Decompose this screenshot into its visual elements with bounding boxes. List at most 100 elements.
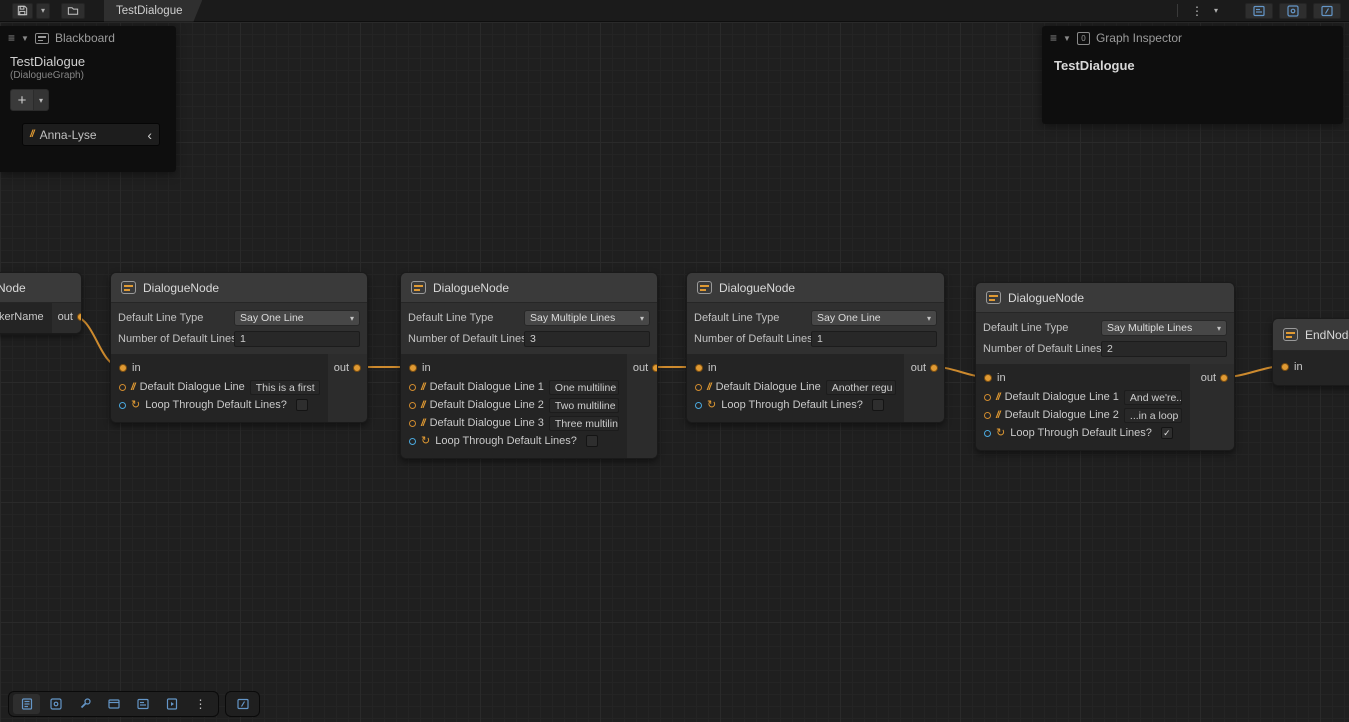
- in-port[interactable]: [695, 364, 703, 372]
- blackboard-header[interactable]: ≡ ▼ Blackboard: [0, 26, 176, 50]
- node-title-bar[interactable]: EndNode: [1273, 319, 1349, 351]
- tab-label: TestDialogue: [116, 5, 182, 17]
- loop-checkbox[interactable]: ✓: [1161, 427, 1173, 439]
- overlay-menu-icon[interactable]: ≡: [8, 31, 15, 45]
- quote-icon: //: [131, 382, 135, 393]
- count-input[interactable]: 2: [1101, 341, 1227, 357]
- port-label: out: [633, 362, 648, 374]
- line-port[interactable]: [409, 420, 416, 427]
- loop-checkbox[interactable]: [296, 399, 308, 411]
- loop-port[interactable]: [984, 430, 991, 437]
- dialogue-node-2[interactable]: DialogueNode Default Line Type Say Multi…: [400, 272, 658, 459]
- show-in-project-button[interactable]: [61, 3, 85, 19]
- out-port[interactable]: [930, 364, 938, 372]
- node-title: EndNode: [1305, 328, 1349, 342]
- field-expander-icon[interactable]: ‹: [147, 128, 152, 142]
- count-label: Number of Default Lines: [408, 333, 524, 345]
- overlay-toolbar: ⋮: [8, 691, 260, 717]
- overflow-menu-button[interactable]: ⋮: [1187, 3, 1207, 19]
- toggle-inspector-button[interactable]: [1279, 3, 1307, 19]
- overflow-dropdown-button[interactable]: ▾: [1210, 3, 1222, 19]
- in-port[interactable]: [119, 364, 127, 372]
- dialogue-line-input[interactable]: And we're...: [1124, 390, 1182, 405]
- add-property-button[interactable]: +: [10, 89, 34, 111]
- count-input[interactable]: 1: [234, 331, 360, 347]
- loop-port[interactable]: [119, 402, 126, 409]
- in-port[interactable]: [409, 364, 417, 372]
- loop-port[interactable]: [409, 438, 416, 445]
- line-port[interactable]: [984, 394, 991, 401]
- loop-checkbox[interactable]: [872, 399, 884, 411]
- quote-icon: //: [996, 392, 1000, 403]
- loop-port[interactable]: [695, 402, 702, 409]
- line-port[interactable]: [409, 402, 416, 409]
- dialogue-node-4[interactable]: DialogueNode Default Line Type Say Multi…: [975, 282, 1235, 451]
- dialogue-line-input[interactable]: One multiline: [549, 380, 619, 395]
- dropdown-arrow-icon: ▾: [350, 314, 354, 323]
- dialogue-line-input[interactable]: Another regu: [826, 380, 896, 395]
- dialogue-node-1[interactable]: DialogueNode Default Line Type Say One L…: [110, 272, 368, 423]
- out-port[interactable]: [1220, 374, 1228, 382]
- line-port[interactable]: [119, 384, 126, 391]
- dialogue-line-input[interactable]: Three multiline: [549, 416, 619, 431]
- out-port[interactable]: [353, 364, 361, 372]
- node-title-bar[interactable]: DialogueNode: [111, 273, 367, 303]
- line-type-dropdown[interactable]: Say One Line ▾: [811, 310, 937, 326]
- dialogue-line-input[interactable]: ...in a loop: [1124, 408, 1182, 423]
- save-dropdown-button[interactable]: ▾: [36, 3, 50, 19]
- in-port[interactable]: [1281, 363, 1289, 371]
- tools-overlay-button[interactable]: [71, 694, 98, 714]
- line-type-dropdown[interactable]: Say Multiple Lines ▾: [524, 310, 650, 326]
- line-port[interactable]: [409, 384, 416, 391]
- blackboard-field[interactable]: // Anna-Lyse ‹: [22, 123, 160, 146]
- inspector-overlay-button[interactable]: [42, 694, 69, 714]
- node-title-bar[interactable]: DialogueNode: [401, 273, 657, 303]
- port-label: in: [708, 362, 717, 374]
- line-type-dropdown[interactable]: Say Multiple Lines ▾: [1101, 320, 1227, 336]
- save-icon: [16, 4, 29, 17]
- overlay-menu-icon[interactable]: ≡: [1050, 31, 1057, 45]
- node-title-bar[interactable]: DialogueNode: [687, 273, 944, 303]
- line-port[interactable]: [695, 384, 702, 391]
- count-input[interactable]: 3: [524, 331, 650, 347]
- line-label: Default Dialogue Line: [140, 381, 245, 393]
- loop-checkbox[interactable]: [586, 435, 598, 447]
- panels-menu-button[interactable]: [13, 694, 40, 714]
- in-port[interactable]: [984, 374, 992, 382]
- blackboard-overlay-button[interactable]: [129, 694, 156, 714]
- save-button[interactable]: [12, 3, 33, 19]
- dropdown-arrow-icon: ▾: [640, 314, 644, 323]
- end-node[interactable]: EndNode in: [1272, 318, 1349, 386]
- overlay-kebab-button[interactable]: ⋮: [187, 694, 214, 714]
- out-port[interactable]: [77, 313, 82, 321]
- quote-icon: //: [30, 129, 34, 140]
- graph-tab[interactable]: TestDialogue: [104, 0, 202, 22]
- line-port[interactable]: [984, 412, 991, 419]
- node-title-bar[interactable]: Node: [0, 273, 81, 303]
- line-label: Default Dialogue Line 2: [1005, 409, 1119, 421]
- quote-icon: //: [421, 418, 425, 429]
- toggle-preview-button[interactable]: [1313, 3, 1341, 19]
- node-title-bar[interactable]: DialogueNode: [976, 283, 1234, 313]
- window-overlay-button[interactable]: [100, 694, 127, 714]
- collapse-icon[interactable]: ▼: [1063, 34, 1071, 43]
- line-label: Default Dialogue Line 3: [430, 417, 544, 429]
- count-input[interactable]: 1: [811, 331, 937, 347]
- dialogue-line-input[interactable]: This is a first: [250, 380, 320, 395]
- dialogue-line-input[interactable]: Two multiline: [549, 398, 619, 413]
- dropdown-value: Say One Line: [240, 312, 347, 324]
- add-property-dropdown[interactable]: ▾: [34, 89, 49, 111]
- inspector-header[interactable]: ≡ ▼ 0 Graph Inspector: [1042, 26, 1343, 50]
- toggle-blackboard-button[interactable]: [1245, 3, 1273, 19]
- start-node[interactable]: Node kerName out: [0, 272, 82, 334]
- loop-icon: ↻: [421, 436, 430, 447]
- port-label: in: [422, 362, 431, 374]
- preview-overlay-button[interactable]: [158, 694, 185, 714]
- dialogue-node-3[interactable]: DialogueNode Default Line Type Say One L…: [686, 272, 945, 423]
- port-label: in: [1294, 361, 1303, 373]
- code-overlay-button[interactable]: [229, 694, 256, 714]
- out-port[interactable]: [652, 364, 658, 372]
- collapse-icon[interactable]: ▼: [21, 34, 29, 43]
- port-label: in: [997, 372, 1006, 384]
- line-type-dropdown[interactable]: Say One Line ▾: [234, 310, 360, 326]
